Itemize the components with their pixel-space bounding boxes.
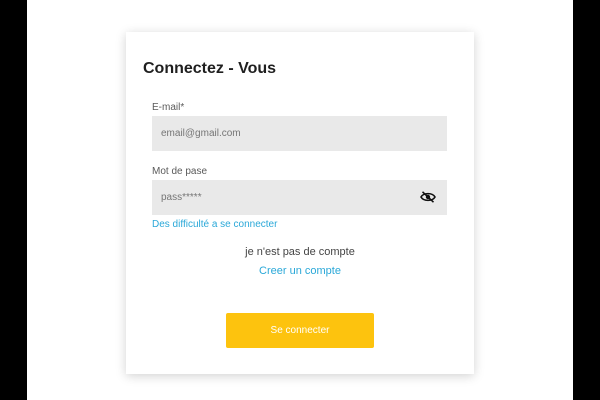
login-button[interactable]: Se connecter xyxy=(226,313,374,348)
page-title: Connectez - Vous xyxy=(143,60,277,77)
email-field[interactable] xyxy=(152,116,447,151)
create-account-row: Creer un compte xyxy=(0,261,600,279)
email-label: E-mail* xyxy=(152,102,185,113)
password-label: Mot de pase xyxy=(152,166,208,177)
eye-off-icon[interactable] xyxy=(420,191,436,203)
password-field[interactable] xyxy=(152,180,447,215)
create-account-link[interactable]: Creer un compte xyxy=(259,265,341,277)
login-help-link[interactable]: Des difficulté a se connecter xyxy=(152,219,277,230)
no-account-text: je n'est pas de compte xyxy=(245,246,355,258)
